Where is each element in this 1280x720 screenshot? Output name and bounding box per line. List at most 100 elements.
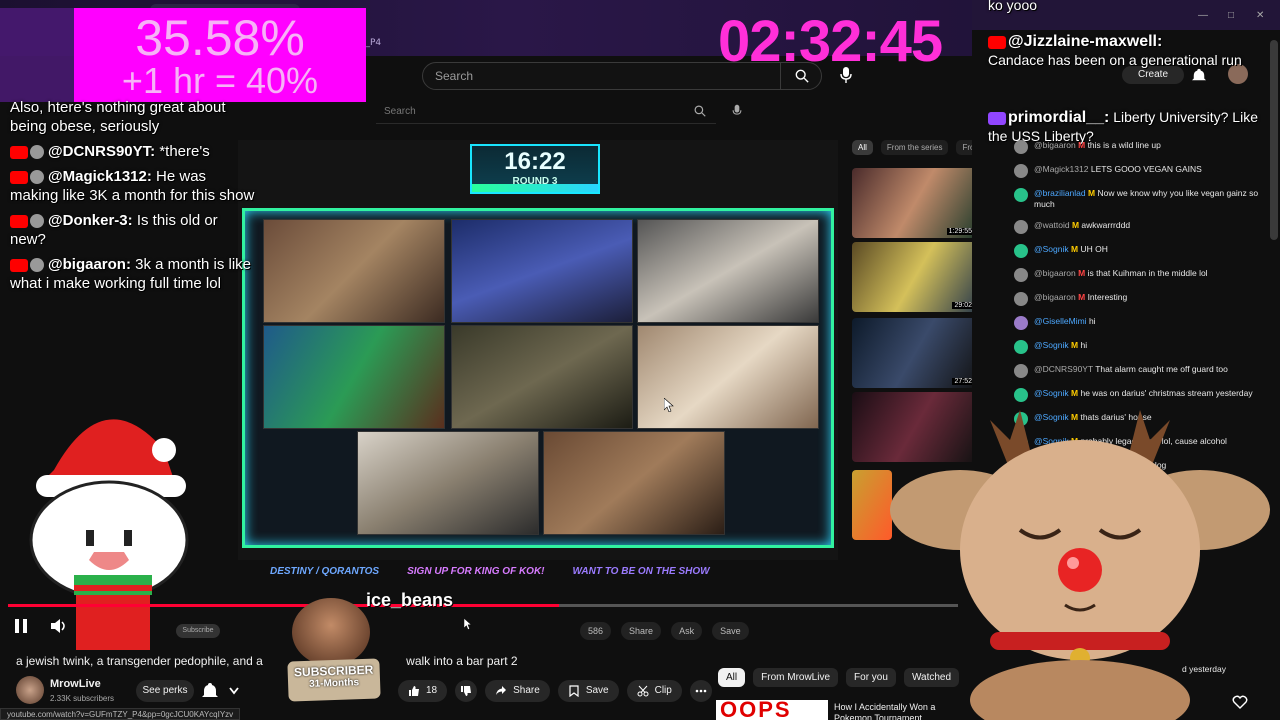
chat-user: @Donker-3: — [48, 212, 133, 229]
channel-name[interactable]: MrowLive — [50, 678, 101, 690]
chat-text: *there's — [159, 143, 210, 160]
see-perks-button[interactable]: See perks — [136, 680, 194, 702]
chat-username[interactable]: @Sognik — [1034, 388, 1069, 398]
chat-text: That alarm caught me off guard too — [1095, 364, 1228, 374]
chat-avatar[interactable] — [1014, 220, 1028, 234]
chat-text: is that Kuihman in the middle lol — [1087, 268, 1208, 278]
chat-text: LETS GOOO VEGAN GAINS — [1090, 164, 1202, 174]
chat-avatar[interactable] — [1014, 268, 1028, 282]
chat-avatar[interactable] — [1014, 164, 1028, 178]
related-thumbnail[interactable]: 1:29:55 — [852, 168, 978, 238]
chat-username[interactable]: @DCNRS90YT — [1034, 364, 1093, 374]
related-tab[interactable]: From the series — [880, 140, 949, 155]
chat-scrollbar[interactable] — [1270, 40, 1278, 240]
clip-button[interactable]: Clip — [626, 680, 682, 702]
thumbs-up-icon — [409, 686, 419, 696]
related-filter-tabs: All From the series From — [852, 140, 988, 155]
chat-text: hi — [1088, 316, 1096, 326]
inner-mic-icon[interactable] — [730, 104, 744, 118]
overlay-top-line: ko yooo — [988, 0, 1038, 13]
inner-like-button[interactable]: 586 — [580, 622, 612, 640]
ticker-item: WANT TO BE ON THE SHOW — [572, 565, 710, 577]
inner-ask-button[interactable]: Ask — [671, 622, 703, 640]
related-thumbnail[interactable]: 29:02 — [852, 242, 978, 312]
chat-username[interactable]: @Sognik — [1034, 244, 1069, 254]
avatar — [30, 258, 44, 273]
chat-message: @DCNRS90YT: *there's — [10, 142, 256, 161]
chat-row: @wattoid M awkwarrrddd — [1014, 220, 1264, 234]
dislike-button[interactable] — [455, 680, 478, 702]
related-tab[interactable]: All — [852, 140, 873, 155]
ticker-item: SIGN UP FOR KING OF KOK! — [407, 565, 545, 577]
chat-username[interactable]: @Sognik — [1034, 340, 1069, 350]
search-icon[interactable] — [795, 69, 809, 83]
chat-avatar[interactable] — [1014, 292, 1028, 306]
related-thumbnail[interactable]: 27:52 — [852, 318, 978, 388]
player-controls — [0, 600, 960, 646]
chat-avatar[interactable] — [1014, 340, 1028, 354]
heart-icon[interactable] — [1232, 694, 1248, 710]
next-video-thumbnail[interactable]: OOPS — [716, 700, 828, 720]
chat-message: @Magick1312: He was making like 3K a mon… — [10, 167, 256, 205]
chat-row: @Magick1312 LETS GOOO VEGAN GAINS — [1014, 164, 1264, 178]
save-button[interactable]: Save — [557, 680, 619, 702]
chat-text: awkwarrrddd — [1081, 220, 1131, 230]
close-icon[interactable]: ✕ — [1256, 10, 1264, 21]
mic-icon[interactable] — [838, 66, 854, 84]
maximize-icon[interactable]: □ — [1228, 10, 1234, 21]
inner-search-icon[interactable] — [694, 105, 706, 117]
pause-icon[interactable] — [14, 618, 28, 634]
video-player[interactable]: 16:22 ROUND 3 — [238, 140, 838, 560]
search-input[interactable]: Search — [422, 62, 822, 90]
chat-avatar[interactable] — [1014, 244, 1028, 258]
youtube-icon — [988, 35, 1006, 49]
ticker-item: DESTINY / QORANTOS — [270, 565, 380, 577]
chat-username[interactable]: @brazilianlad — [1034, 188, 1086, 198]
chat-message: @Donker-3: Is this old or new? — [10, 211, 256, 249]
progress-overlay: 35.58% +1 hr = 40% — [74, 8, 366, 102]
notification-bell-icon[interactable] — [202, 682, 242, 700]
chat-username[interactable]: @wattoid — [1034, 220, 1070, 230]
more-horizontal-icon — [695, 689, 707, 693]
chat-username[interactable]: @bigaaron — [1034, 140, 1076, 150]
chat-text: Also, htere's nothing great about being … — [10, 99, 226, 135]
create-label: Create — [1137, 69, 1168, 80]
minimize-icon[interactable]: — — [1198, 10, 1208, 21]
more-actions-button[interactable] — [689, 680, 712, 702]
chat-avatar[interactable] — [1014, 140, 1028, 154]
status-bar-url: youtube.com/watch?v=GUFmTZY_P4&pp=0gcJCU… — [0, 708, 241, 720]
channel-avatar[interactable] — [16, 676, 44, 704]
chat-avatar[interactable] — [1014, 316, 1028, 330]
avatar — [30, 170, 44, 185]
chat-row: @DCNRS90YT That alarm caught me off guar… — [1014, 364, 1264, 378]
member-badge: M — [1088, 188, 1096, 198]
inner-save-button[interactable]: Save — [712, 622, 749, 640]
chat-username[interactable]: @bigaaron — [1034, 292, 1076, 302]
chat-user: @DCNRS90YT: — [48, 143, 156, 160]
inner-search-input[interactable]: Search — [376, 100, 716, 124]
stream-ticker: DESTINY / QORANTOS SIGN UP FOR KING OF K… — [240, 562, 836, 580]
video-title-end: walk into a bar part 2 — [406, 654, 518, 668]
chat-body: @brazilianlad M Now we know why you like… — [1034, 188, 1264, 210]
filter-chip[interactable]: From MrowLive — [753, 668, 839, 687]
seek-bar[interactable] — [8, 604, 958, 607]
chat-username[interactable]: @GiselleMimi — [1034, 316, 1087, 326]
chat-message: Also, htere's nothing great about being … — [10, 98, 256, 136]
chat-text: Interesting — [1087, 292, 1128, 302]
volume-icon[interactable] — [50, 618, 68, 634]
chat-avatar[interactable] — [1014, 364, 1028, 378]
chat-username[interactable]: @Magick1312 — [1034, 164, 1088, 174]
subscribe-button[interactable]: Subscribe — [176, 624, 220, 638]
share-button[interactable]: Share — [485, 680, 550, 702]
video-action-row: 18 Share Save Clip — [398, 680, 712, 702]
progress-percent: 35.58% — [135, 10, 305, 66]
inner-share-button[interactable]: Share — [621, 622, 662, 640]
video-title-start: a jewish twink, a transgender pedophile,… — [16, 654, 263, 668]
like-button[interactable]: 18 — [398, 680, 448, 702]
chat-body: @Magick1312 LETS GOOO VEGAN GAINS — [1034, 164, 1202, 175]
notifications-icon[interactable] — [1192, 68, 1206, 82]
chat-avatar[interactable] — [1014, 188, 1028, 202]
filter-chip[interactable]: All — [718, 668, 746, 687]
webcam-tile — [263, 325, 445, 429]
chat-username[interactable]: @bigaaron — [1034, 268, 1076, 278]
